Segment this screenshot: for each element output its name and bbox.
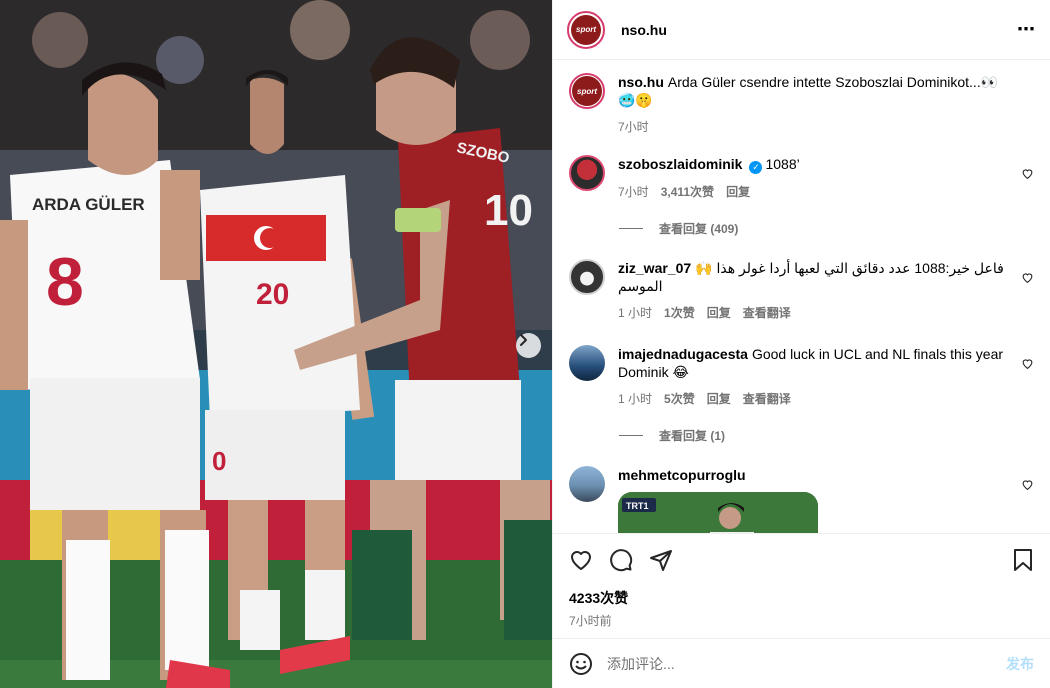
emoji-icon[interactable] <box>569 652 593 676</box>
football-scene: 20 0 ARDA GÜLER 8 SZOBO 10 <box>0 0 552 688</box>
reply-button[interactable]: 回复 <box>707 390 731 407</box>
comment-time: 7小时 <box>618 185 649 199</box>
post-likes-count[interactable]: 4233次赞 <box>569 588 1034 608</box>
reply-button[interactable]: 回复 <box>726 183 750 200</box>
next-image-button[interactable] <box>516 333 541 358</box>
post-side-panel: sport nso.hu ⋯ sport nso.hu Arda Güler cs… <box>552 0 1050 688</box>
verified-badge-icon: ✓ <box>749 161 763 174</box>
comment-item: mehmetcopurroglu TRT1 <box>569 466 1034 533</box>
post-caption: sport nso.hu Arda Güler csendre intette S… <box>569 73 1034 135</box>
post-comment-button[interactable]: 发布 <box>1006 654 1034 674</box>
caption-username[interactable]: nso.hu <box>618 74 664 90</box>
jersey-number-10: 10 <box>484 186 533 235</box>
comment-username[interactable]: szoboszlaidominik <box>618 156 742 172</box>
comment-time: 1 小时 <box>618 306 653 320</box>
comment-username[interactable]: mehmetcopurroglu <box>618 467 746 483</box>
author-username[interactable]: nso.hu <box>621 22 667 38</box>
commenter-avatar[interactable] <box>569 155 605 191</box>
caption-time: 7小时 <box>618 120 649 134</box>
post-header: sport nso.hu ⋯ <box>553 0 1050 60</box>
comment-likes[interactable]: 3,411次赞 <box>661 183 714 200</box>
jersey-number-20: 20 <box>256 278 289 311</box>
comment-item: ziz_war_07 🙌 فاعل خير:1088 عدد دقائق التي… <box>569 259 1034 321</box>
comment-input[interactable] <box>607 655 1006 672</box>
chevron-right-icon <box>520 334 527 346</box>
post-actions: 4233次赞 7小时前 <box>553 533 1050 629</box>
comment-likes[interactable]: 5次赞 <box>664 390 695 407</box>
like-comment-heart-icon[interactable] <box>1021 167 1034 180</box>
more-options-icon[interactable]: ⋯ <box>1017 19 1036 40</box>
jersey-number-8: 8 <box>46 244 84 320</box>
post-photo: 20 0 ARDA GÜLER 8 SZOBO 10 <box>0 0 552 688</box>
shorts-number-0: 0 <box>212 446 226 476</box>
comment-username[interactable]: ziz_war_07 <box>618 260 691 276</box>
thumbnail-badge: TRT1 <box>626 501 649 511</box>
commenter-avatar[interactable] <box>569 345 605 381</box>
comment-icon[interactable] <box>609 548 633 572</box>
reply-button[interactable]: 回复 <box>707 304 731 321</box>
like-comment-heart-icon[interactable] <box>1021 271 1034 284</box>
comment-image-thumbnail[interactable]: TRT1 <box>618 492 818 533</box>
like-comment-heart-icon[interactable] <box>1021 357 1034 370</box>
thumbnail-scene: TRT1 <box>618 492 818 533</box>
view-replies-button[interactable]: 查看回复 (1) <box>619 427 1034 444</box>
share-send-icon[interactable] <box>649 548 673 572</box>
comment-item: szoboszlaidominik ✓ 1088’ 7小时 3,411次赞 回复 <box>569 155 1034 200</box>
caption-avatar[interactable]: sport <box>569 73 605 109</box>
comment-item: imajednadugacesta Good luck in UCL and NL… <box>569 345 1034 407</box>
comment-text: 1088’ <box>765 156 800 172</box>
author-avatar[interactable]: sport <box>567 10 605 49</box>
like-comment-heart-icon[interactable] <box>1021 478 1034 491</box>
commenter-avatar[interactable] <box>569 259 605 295</box>
comment-composer: 发布 <box>553 638 1050 688</box>
commenter-avatar[interactable] <box>569 466 605 502</box>
caption-text: Arda Güler csendre intette Szoboszlai Do… <box>618 74 999 108</box>
comment-time: 1 小时 <box>618 392 653 406</box>
translate-button[interactable]: 查看翻译 <box>743 390 791 407</box>
comment-username[interactable]: imajednadugacesta <box>618 346 748 362</box>
comments-list[interactable]: sport nso.hu Arda Güler csendre intette S… <box>553 61 1050 533</box>
post-time: 7小时前 <box>569 614 612 628</box>
save-bookmark-icon[interactable] <box>1012 548 1034 572</box>
comment-likes[interactable]: 1次赞 <box>664 304 695 321</box>
like-heart-icon[interactable] <box>569 548 593 572</box>
view-replies-button[interactable]: 查看回复 (409) <box>619 220 1034 237</box>
translate-button[interactable]: 查看翻译 <box>743 304 791 321</box>
jersey-name-arda: ARDA GÜLER <box>32 195 145 214</box>
